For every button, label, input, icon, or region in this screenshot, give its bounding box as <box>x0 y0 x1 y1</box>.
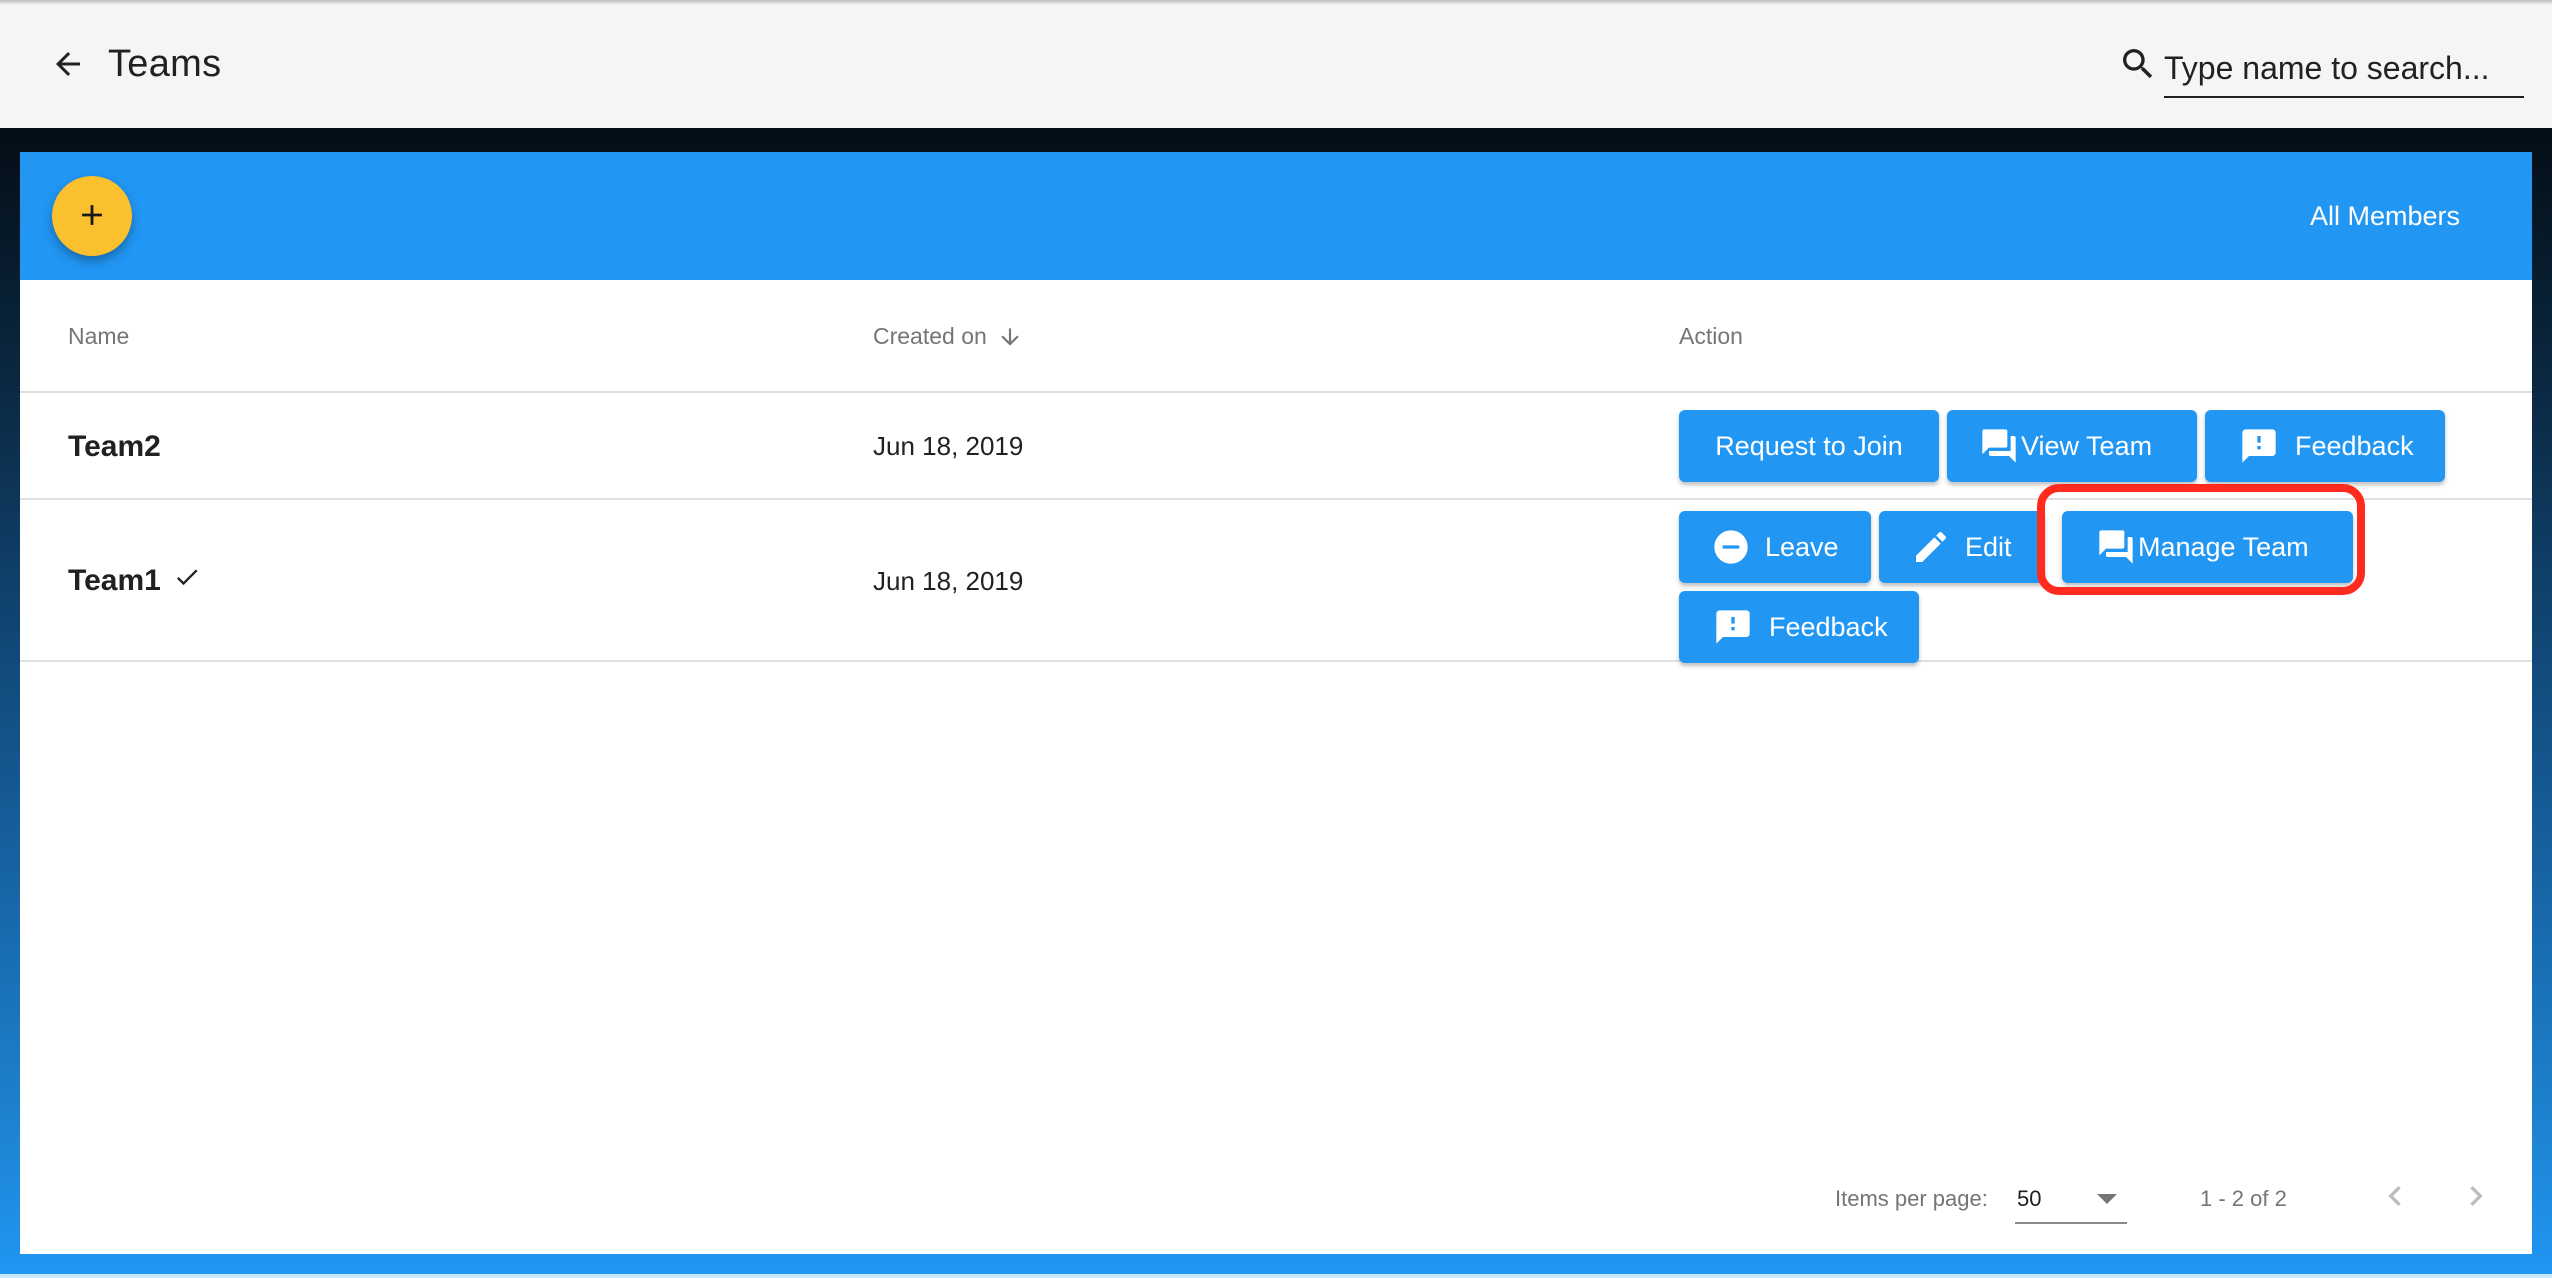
dropdown-arrow-icon <box>2097 1194 2117 1204</box>
paginator: Items per page: 50 1 - 2 of 2 <box>20 1162 2532 1242</box>
created-on-date: Jun 18, 2019 <box>873 565 1024 596</box>
search-icon <box>2118 44 2158 84</box>
column-header-label: Name <box>68 323 130 349</box>
previous-page-button[interactable] <box>2371 1174 2419 1222</box>
team-name-wrap: Team1 <box>68 564 201 598</box>
created-on-cell: Jun 18, 2019 <box>873 500 1023 662</box>
column-header-label: Action <box>1679 323 1743 349</box>
team-name: Team2 <box>68 429 161 463</box>
bottom-strip <box>0 1274 2552 1278</box>
range-label: 1 - 2 of 2 <box>2200 1186 2287 1211</box>
button-label: View Team <box>2021 430 2153 461</box>
items-per-page-value: 50 <box>2017 1186 2042 1211</box>
page-title: Teams <box>108 43 222 85</box>
next-page-button[interactable] <box>2452 1174 2500 1222</box>
feedback-icon <box>1713 607 1753 647</box>
column-header-name[interactable]: Name <box>68 280 129 393</box>
chevron-right-icon <box>2456 1176 2496 1221</box>
feedback-button[interactable]: Feedback <box>1679 591 1919 663</box>
teams-table: Name Created on Action Team2 Jun 18, 201… <box>20 280 2532 663</box>
action-cell: Leave Edit Manage Team Feedback <box>1679 511 2379 663</box>
manage-team-button[interactable]: Manage Team <box>2062 511 2353 583</box>
table-row: Team1 Jun 18, 2019 Leave Edit Manage Tea… <box>20 500 2532 663</box>
view-team-button[interactable]: View Team <box>1947 410 2197 482</box>
feedback-button[interactable]: Feedback <box>2205 410 2445 482</box>
team-name: Team1 <box>68 564 161 597</box>
plus-icon <box>75 198 109 235</box>
check-icon <box>173 563 201 591</box>
table-row: Team2 Jun 18, 2019 Request to Join View … <box>20 393 2532 500</box>
card-toolbar: All Members <box>20 152 2532 280</box>
items-per-page-label: Items per page: <box>1835 1186 1988 1211</box>
app-header: Teams <box>0 0 2552 128</box>
add-team-button[interactable] <box>52 176 132 256</box>
button-label: Feedback <box>1769 611 1888 642</box>
button-label: Edit <box>1965 531 2012 562</box>
request-to-join-button[interactable]: Request to Join <box>1679 410 1939 482</box>
name-cell: Team1 <box>68 500 201 662</box>
leave-button[interactable]: Leave <box>1679 511 1871 583</box>
forum-icon <box>2096 527 2136 567</box>
arrow-back-icon <box>50 46 86 87</box>
chevron-left-icon <box>2375 1176 2415 1221</box>
column-header-action: Action <box>1679 280 1743 393</box>
arrow-down-icon <box>997 324 1023 350</box>
remove-circle-icon <box>1711 527 1751 567</box>
action-cell: Request to Join View Team Feedback <box>1679 410 2445 482</box>
button-label: Manage Team <box>2138 531 2309 562</box>
back-button[interactable] <box>44 42 92 90</box>
button-label: Request to Join <box>1715 430 1903 461</box>
column-header-label: Created on <box>873 323 987 349</box>
teams-card: All Members Name Created on Action Team2 <box>20 152 2532 1254</box>
column-header-created-on[interactable]: Created on <box>873 280 1023 393</box>
items-per-page-select[interactable]: 50 <box>2015 1180 2127 1224</box>
all-members-button[interactable]: All Members <box>2310 192 2460 240</box>
edit-button[interactable]: Edit <box>1879 511 2045 583</box>
forum-icon <box>1979 426 2019 466</box>
name-cell: Team2 <box>68 393 161 500</box>
created-on-date: Jun 18, 2019 <box>873 431 1024 461</box>
feedback-icon <box>2239 426 2279 466</box>
table-header-row: Name Created on Action <box>20 280 2532 393</box>
pencil-icon <box>1911 527 1951 567</box>
button-label: Feedback <box>2295 430 2414 461</box>
search-input[interactable] <box>2164 44 2524 98</box>
created-on-cell: Jun 18, 2019 <box>873 393 1023 500</box>
button-label: Leave <box>1765 531 1839 562</box>
